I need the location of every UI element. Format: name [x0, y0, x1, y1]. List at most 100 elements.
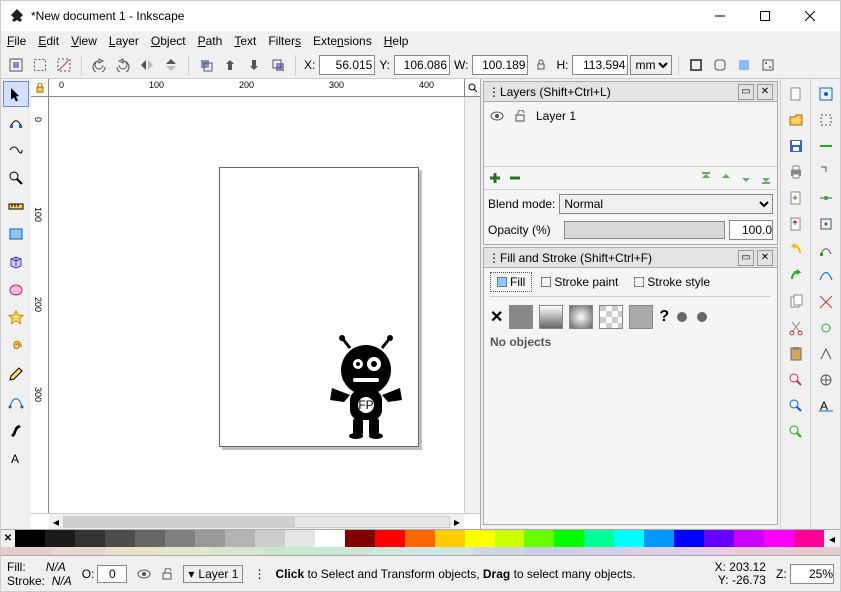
palette-swatch[interactable]: [285, 530, 315, 547]
palette-swatch[interactable]: [435, 530, 465, 547]
palette-swatch[interactable]: [53, 547, 105, 555]
snap-intersect-icon[interactable]: [815, 291, 837, 313]
undo-icon[interactable]: [785, 239, 807, 261]
layer-down-icon[interactable]: [739, 171, 753, 185]
palette-menu-icon[interactable]: ◂: [824, 530, 840, 547]
snap-cusp-icon[interactable]: [815, 343, 837, 365]
tab-fill[interactable]: Fill: [490, 272, 532, 292]
unknown-paint-icon[interactable]: ?: [659, 308, 669, 326]
snap-enable-icon[interactable]: [815, 83, 837, 105]
close-button[interactable]: [787, 1, 832, 31]
y-input[interactable]: [394, 55, 450, 75]
panel-close-icon[interactable]: ✕: [757, 84, 773, 100]
print-icon[interactable]: [785, 161, 807, 183]
snap-smooth-icon[interactable]: [815, 317, 837, 339]
ellipse-tool[interactable]: [3, 277, 29, 303]
palette-swatch[interactable]: [683, 547, 735, 555]
palette-swatch[interactable]: [345, 530, 375, 547]
rotate-cw-icon[interactable]: [112, 54, 134, 76]
panel-grip-icon[interactable]: ⋮: [488, 251, 500, 265]
palette-swatch[interactable]: [195, 530, 225, 547]
zoom-fit-icon[interactable]: [464, 79, 480, 96]
ruler-horizontal[interactable]: 0 100 200 300 400: [31, 79, 480, 97]
bezier-tool[interactable]: [3, 389, 29, 415]
palette-swatch[interactable]: [105, 530, 135, 547]
resize-grip-icon[interactable]: ⋮: [253, 567, 265, 581]
menu-text[interactable]: Text: [234, 34, 256, 48]
palette-swatch[interactable]: [1, 547, 53, 555]
snap-node-icon[interactable]: [815, 239, 837, 261]
lock-icon[interactable]: [514, 110, 526, 122]
w-input[interactable]: [472, 55, 528, 75]
selector-tool[interactable]: [3, 81, 29, 107]
palette-swatch[interactable]: [405, 530, 435, 547]
palette-swatch[interactable]: [495, 530, 525, 547]
rotate-ccw-icon[interactable]: [88, 54, 110, 76]
palette-swatch[interactable]: [473, 547, 525, 555]
status-fill[interactable]: N/A: [46, 560, 66, 574]
ruler-lock-icon[interactable]: [31, 79, 49, 96]
text-tool[interactable]: A: [3, 445, 29, 471]
ruler-vertical[interactable]: 0 100 200 300: [31, 97, 49, 513]
canvas[interactable]: FP: [49, 97, 464, 513]
lock-wh-icon[interactable]: [530, 54, 552, 76]
pencil-tool[interactable]: [3, 361, 29, 387]
import-icon[interactable]: [785, 187, 807, 209]
tab-stroke-style[interactable]: Stroke style: [627, 272, 717, 292]
horizontal-scrollbar[interactable]: ◂ ▸: [49, 513, 464, 529]
menu-object[interactable]: Object: [151, 34, 186, 48]
palette-swatch[interactable]: [794, 530, 824, 547]
palette-swatch[interactable]: [315, 530, 345, 547]
zoom-sel-icon[interactable]: [785, 369, 807, 391]
rectangle-tool[interactable]: [3, 221, 29, 247]
tweak-tool[interactable]: [3, 137, 29, 163]
flip-h-icon[interactable]: [136, 54, 158, 76]
lower-icon[interactable]: [243, 54, 265, 76]
snap-midpoint-icon[interactable]: [815, 187, 837, 209]
palette-swatch[interactable]: [554, 530, 584, 547]
palette-swatch[interactable]: [165, 530, 195, 547]
menu-extensions[interactable]: Extensions: [313, 34, 372, 48]
affect-stroke-icon[interactable]: [685, 54, 707, 76]
status-eye-icon[interactable]: [137, 567, 151, 581]
status-opacity-input[interactable]: [97, 565, 127, 583]
palette-swatch[interactable]: [255, 530, 285, 547]
palette-swatch[interactable]: [525, 547, 577, 555]
x-input[interactable]: [319, 55, 375, 75]
palette-swatch[interactable]: [158, 547, 210, 555]
palette-swatch[interactable]: [135, 530, 165, 547]
affect-corners-icon[interactable]: [709, 54, 731, 76]
palette-swatch[interactable]: [644, 530, 674, 547]
palette-swatch[interactable]: [614, 530, 644, 547]
spiral-tool[interactable]: [3, 333, 29, 359]
measure-tool[interactable]: [3, 193, 29, 219]
zoom-page-icon[interactable]: [785, 421, 807, 443]
units-select[interactable]: mm: [630, 55, 672, 75]
remove-layer-icon[interactable]: [508, 171, 522, 185]
flat-color-icon[interactable]: [509, 305, 533, 329]
zoom-input[interactable]: [790, 564, 834, 584]
panel-minimize-icon[interactable]: ▭: [738, 84, 754, 100]
snap-path-icon[interactable]: [815, 265, 837, 287]
no-paint-icon[interactable]: ✕: [490, 307, 503, 327]
palette-swatch[interactable]: [263, 547, 315, 555]
status-layer-select[interactable]: ▾Layer 1: [183, 565, 243, 583]
radial-grad-icon[interactable]: [569, 305, 593, 329]
new-doc-icon[interactable]: [785, 83, 807, 105]
menu-edit[interactable]: Edit: [38, 34, 59, 48]
unset-paint-icon[interactable]: [675, 310, 689, 324]
palette-swatch[interactable]: [630, 547, 682, 555]
palette-swatch[interactable]: [368, 547, 420, 555]
palette-none-icon[interactable]: ✕: [1, 530, 15, 547]
zoom-draw-icon[interactable]: [785, 395, 807, 417]
status-stroke[interactable]: N/A: [52, 574, 72, 588]
paste-icon[interactable]: [785, 343, 807, 365]
vertical-scrollbar[interactable]: [464, 97, 480, 513]
menu-help[interactable]: Help: [384, 34, 409, 48]
calligraphy-tool[interactable]: [3, 417, 29, 443]
palette-swatch[interactable]: [15, 530, 45, 547]
snap-corner-icon[interactable]: [815, 161, 837, 183]
opacity-slider[interactable]: [564, 221, 725, 239]
panel-close-icon[interactable]: ✕: [757, 250, 773, 266]
palette-swatch[interactable]: [735, 547, 787, 555]
